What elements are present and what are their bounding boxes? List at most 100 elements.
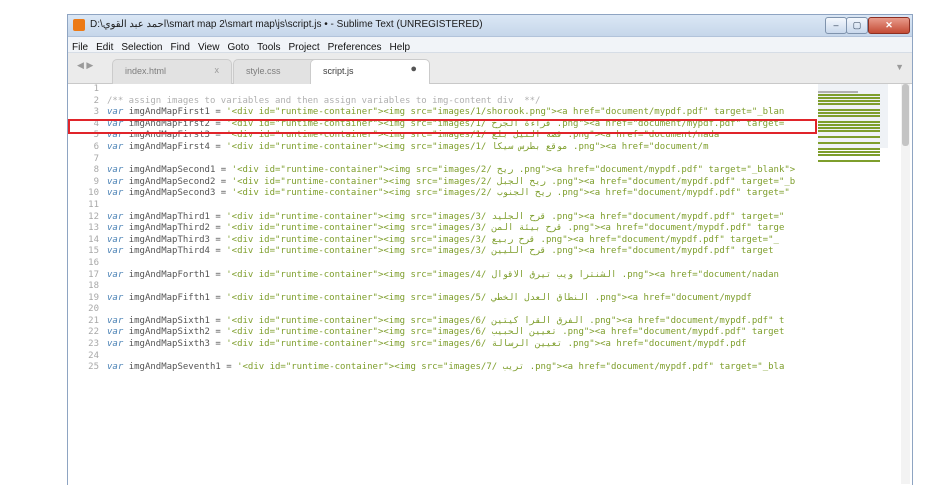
sublime-window: D:\احمد عبد القوي\smart map 2\smart map\… bbox=[67, 14, 913, 485]
code-line[interactable]: 15 var imgAndMapThird4 = '<div id="runtim… bbox=[68, 246, 812, 258]
code-variable: imgAndMapForth1 bbox=[128, 269, 210, 280]
sublime-app-icon bbox=[73, 19, 85, 31]
code-text: var imgAndMapSixth1 = '<div id="runtime-… bbox=[107, 316, 784, 328]
code-keyword: var bbox=[107, 211, 124, 222]
title-bar[interactable]: D:\احمد عبد القوي\smart map 2\smart map\… bbox=[68, 15, 912, 37]
code-line[interactable]: 25 var imgAndMapSeventh1 = '<div id="runt… bbox=[68, 362, 812, 374]
code-line[interactable]: 8 var imgAndMapSecond1 = '<div id="runtim… bbox=[68, 165, 812, 177]
code-line[interactable]: 18 bbox=[68, 281, 812, 293]
menu-project[interactable]: Project bbox=[285, 40, 324, 54]
tab-close-icon[interactable]: x bbox=[215, 65, 220, 75]
maximize-button[interactable]: ▢ bbox=[846, 17, 868, 34]
window-title: D:\احمد عبد القوي\smart map 2\smart map\… bbox=[90, 19, 483, 30]
code-text: var imgAndMapFifth1 = '<div id="runtime-… bbox=[107, 293, 752, 305]
minimize-button[interactable]: – bbox=[825, 17, 847, 34]
minimap-line bbox=[818, 151, 880, 153]
code-editor[interactable]: 1 2 /** assign images to variables and the… bbox=[68, 84, 912, 485]
code-variable: imgAndMapSecond3 bbox=[128, 188, 216, 199]
code-operator: = bbox=[209, 292, 227, 303]
code-line[interactable]: 2 /** assign images to variables and then… bbox=[68, 96, 812, 108]
minimap-line bbox=[818, 160, 880, 162]
tab-label: style.css bbox=[246, 66, 281, 76]
code-line[interactable]: 3 var imgAndMapFirst1 = '<div id="runtime… bbox=[68, 107, 812, 119]
code-line[interactable]: 17 var imgAndMapForth1 = '<div id="runtim… bbox=[68, 270, 812, 282]
code-string: '<div id="runtime-container"><img src="i… bbox=[226, 315, 785, 326]
line-number: 3 bbox=[93, 107, 99, 118]
code-operator: = bbox=[209, 315, 227, 326]
tab-dropdown-icon[interactable]: ▼ bbox=[895, 62, 904, 72]
line-number: 18 bbox=[88, 281, 99, 292]
code-string: '<div id="runtime-container"><img src="i… bbox=[226, 292, 752, 303]
tab-script-js[interactable]: script.js ● bbox=[310, 59, 430, 85]
menu-preferences[interactable]: Preferences bbox=[324, 40, 386, 54]
code-string: '<div id="runtime-container"><img src="i… bbox=[226, 107, 785, 118]
code-operator: = bbox=[209, 246, 227, 257]
code-keyword: var bbox=[107, 315, 124, 326]
code-line[interactable]: 12 var imgAndMapThird1 = '<div id="runtim… bbox=[68, 212, 812, 224]
menu-tools[interactable]: Tools bbox=[253, 40, 284, 54]
code-text: var imgAndMapSecond1 = '<div id="runtime… bbox=[107, 165, 795, 177]
code-operator: = bbox=[209, 339, 227, 350]
code-operator: = bbox=[220, 362, 238, 373]
menu-selection[interactable]: Selection bbox=[117, 40, 166, 54]
unsaved-dot-icon[interactable]: ● bbox=[410, 63, 417, 75]
code-keyword: var bbox=[107, 188, 124, 199]
tab-nav-arrows-icon[interactable]: ◀ ▶ bbox=[77, 60, 93, 71]
code-line[interactable]: 13 var imgAndMapThird2 = '<div id="runtim… bbox=[68, 223, 812, 235]
code-keyword: var bbox=[107, 339, 124, 350]
code-line[interactable]: 24 bbox=[68, 351, 812, 363]
code-keyword: var bbox=[107, 362, 124, 373]
code-text: var imgAndMapThird3 = '<div id="runtime-… bbox=[107, 235, 779, 247]
code-line[interactable]: 1 bbox=[68, 84, 812, 96]
line-number: 20 bbox=[88, 304, 99, 315]
code-operator: = bbox=[209, 223, 227, 234]
code-line[interactable]: 21 var imgAndMapSixth1 = '<div id="runtim… bbox=[68, 316, 812, 328]
code-operator: = bbox=[215, 188, 232, 199]
code-line[interactable]: 9 var imgAndMapSecond2 = '<div id="runtim… bbox=[68, 177, 812, 189]
code-operator: = bbox=[209, 327, 227, 338]
scrollbar-thumb[interactable] bbox=[902, 84, 909, 146]
code-operator: = bbox=[209, 234, 227, 245]
tab-index-html[interactable]: index.html x bbox=[112, 59, 232, 84]
line-number: 6 bbox=[93, 141, 99, 152]
minimap-line bbox=[818, 127, 880, 129]
minimap-line bbox=[818, 109, 880, 111]
menu-find[interactable]: Find bbox=[167, 40, 194, 54]
menu-help[interactable]: Help bbox=[386, 40, 415, 54]
line-number: 23 bbox=[88, 339, 99, 350]
code-keyword: var bbox=[107, 176, 124, 187]
line-number: 16 bbox=[88, 257, 99, 268]
vertical-scrollbar[interactable] bbox=[901, 84, 910, 484]
code-line[interactable]: 14 var imgAndMapThird3 = '<div id="runtim… bbox=[68, 235, 812, 247]
code-variable: imgAndMapFifth1 bbox=[128, 292, 210, 303]
minimap-line bbox=[818, 100, 880, 102]
code-line[interactable]: 7 bbox=[68, 154, 812, 166]
minimap[interactable] bbox=[818, 84, 893, 484]
code-line[interactable]: 23 var imgAndMapSixth3 = '<div id="runtim… bbox=[68, 339, 812, 351]
line-number: 11 bbox=[88, 199, 99, 210]
line-number: 9 bbox=[93, 176, 99, 187]
line-number: 1 bbox=[93, 84, 99, 94]
line-number: 21 bbox=[88, 315, 99, 326]
code-line[interactable]: 16 bbox=[68, 258, 812, 270]
code-string: '<div id="runtime-container"><img src="i… bbox=[231, 176, 796, 187]
line-number: 2 bbox=[93, 95, 99, 106]
minimap-line bbox=[818, 124, 880, 126]
code-line[interactable]: 10 var imgAndMapSecond3 = '<div id="runti… bbox=[68, 188, 812, 200]
tab-label: index.html bbox=[125, 66, 167, 76]
minimap-line bbox=[818, 94, 880, 96]
menu-file[interactable]: File bbox=[68, 40, 92, 54]
menu-edit[interactable]: Edit bbox=[92, 40, 117, 54]
code-line[interactable]: 6 var imgAndMapFirst4 = '<div id="runtime… bbox=[68, 142, 812, 154]
code-operator: = bbox=[209, 107, 227, 118]
code-line[interactable]: 20 bbox=[68, 304, 812, 316]
code-text: var imgAndMapFirst4 = '<div id="runtime-… bbox=[107, 142, 709, 154]
code-line[interactable]: 22 var imgAndMapSixth2 = '<div id="runtim… bbox=[68, 327, 812, 339]
minimap-line bbox=[818, 136, 880, 138]
code-line[interactable]: 11 bbox=[68, 200, 812, 212]
menu-goto[interactable]: Goto bbox=[223, 40, 253, 54]
close-button[interactable]: ✕ bbox=[868, 17, 910, 34]
menu-view[interactable]: View bbox=[194, 40, 224, 54]
line-number: 19 bbox=[88, 292, 99, 303]
code-line[interactable]: 19 var imgAndMapFifth1 = '<div id="runtim… bbox=[68, 293, 812, 305]
